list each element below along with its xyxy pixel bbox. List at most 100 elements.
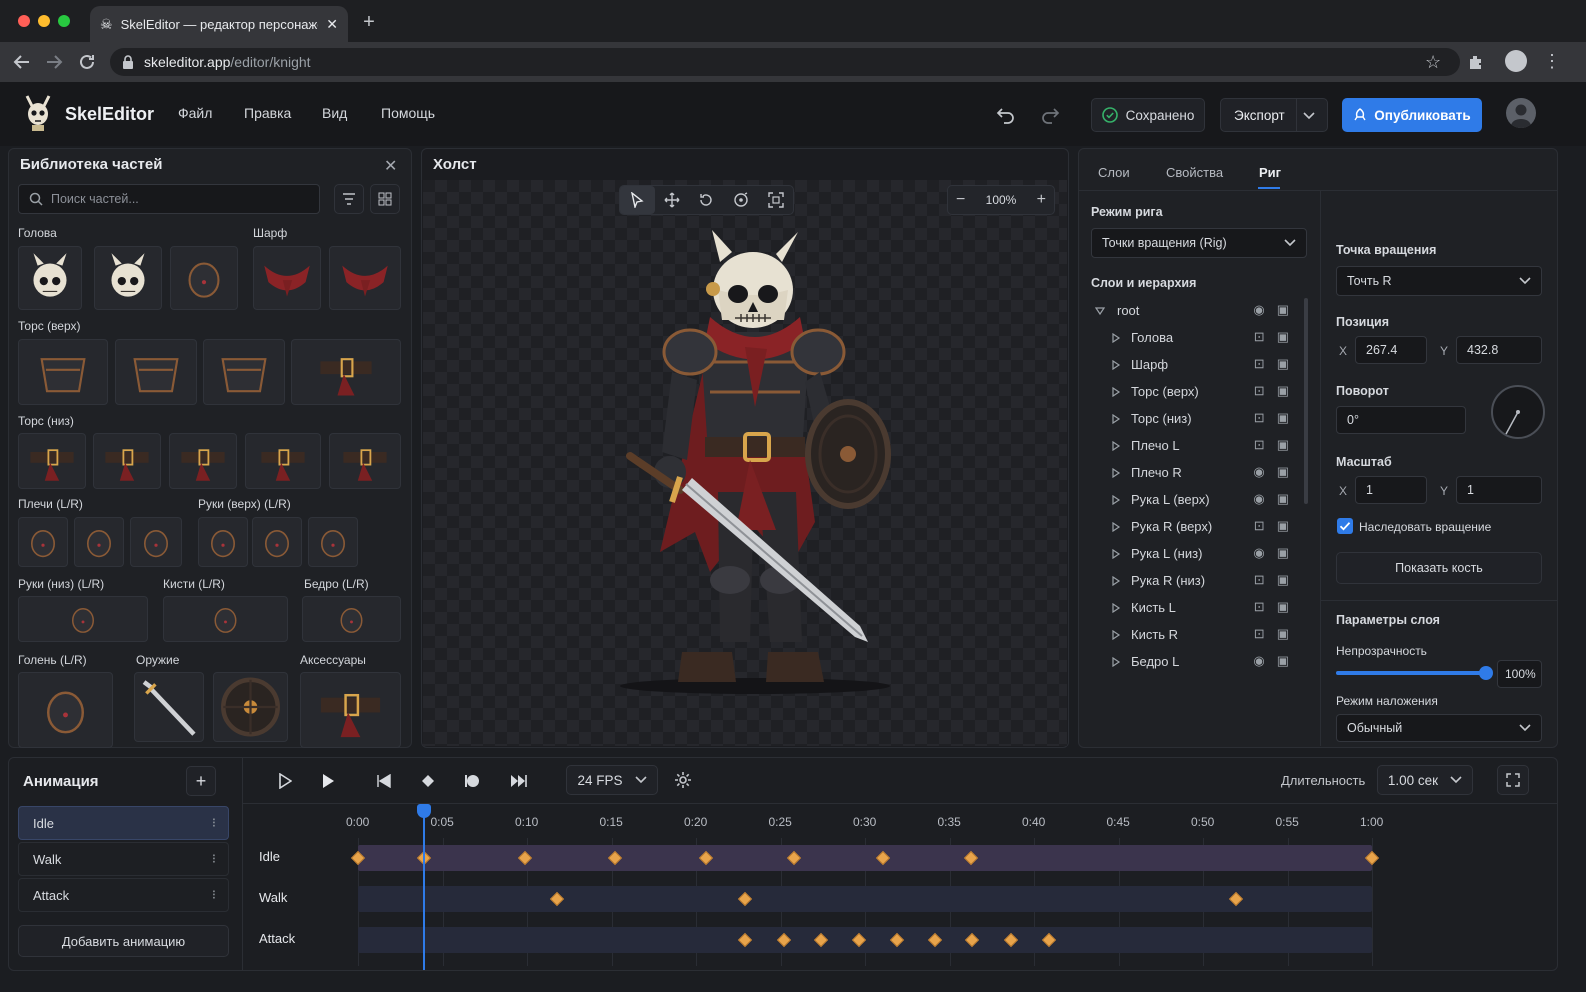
triangle-right-icon[interactable] [1111, 629, 1121, 640]
lock-icon[interactable]: ▣ [1277, 599, 1289, 615]
part-thumbnail[interactable] [134, 672, 204, 742]
tree-layer-row[interactable]: Торс (низ) ⊡ ▣ [1091, 405, 1307, 432]
pivot-select[interactable]: Точть R [1336, 266, 1542, 296]
animation-item-idle[interactable]: Idle ⁝ [18, 806, 229, 840]
triangle-right-icon[interactable] [1111, 467, 1121, 478]
close-tab-icon[interactable]: ✕ [326, 16, 338, 33]
tab-layers[interactable]: Слои [1098, 165, 1130, 180]
fit-tool-icon[interactable] [758, 186, 793, 214]
eye-icon[interactable]: ◉ [1253, 464, 1264, 480]
part-thumbnail[interactable] [308, 517, 358, 567]
record-icon[interactable] [455, 764, 489, 798]
tree-layer-row[interactable]: Плечо R ◉ ▣ [1091, 459, 1307, 486]
part-thumbnail[interactable] [18, 596, 148, 642]
tree-layer-row[interactable]: Рука L (низ) ◉ ▣ [1091, 540, 1307, 567]
redo-icon[interactable] [1039, 104, 1061, 126]
lock-icon[interactable]: ⊡ [1254, 572, 1265, 588]
skip-start-icon[interactable] [367, 764, 401, 798]
triangle-right-icon[interactable] [1111, 602, 1121, 613]
lock-icon[interactable]: ⊡ [1254, 437, 1265, 453]
part-thumbnail[interactable] [300, 672, 401, 748]
tree-layer-row[interactable]: Торс (верх) ⊡ ▣ [1091, 378, 1307, 405]
publish-button[interactable]: Опубликовать [1342, 98, 1482, 132]
part-thumbnail[interactable] [170, 246, 238, 310]
minimize-window-button[interactable] [38, 15, 50, 27]
triangle-right-icon[interactable] [1111, 386, 1121, 397]
tree-layer-row[interactable]: Рука R (верх) ⊡ ▣ [1091, 513, 1307, 540]
lock-icon[interactable]: ⊡ [1254, 356, 1265, 372]
part-thumbnail[interactable] [291, 339, 401, 405]
tree-layer-row[interactable]: Кисть R ⊡ ▣ [1091, 621, 1307, 648]
eye-icon[interactable]: ◉ [1253, 653, 1264, 669]
drag-handle-icon[interactable]: ⁝ [212, 851, 216, 867]
grid-view-button[interactable] [370, 184, 400, 214]
url-field[interactable]: skeleditor.app/editor/knight [110, 48, 1460, 76]
track-walk[interactable] [358, 886, 1372, 912]
lock-icon[interactable]: ⊡ [1254, 626, 1265, 642]
rotation-input[interactable]: 0° [1336, 406, 1466, 434]
profile-icon[interactable] [1505, 50, 1527, 72]
duration-select[interactable]: 1.00 сек [1377, 765, 1473, 795]
select-tool-icon[interactable] [620, 186, 655, 214]
triangle-right-icon[interactable] [1111, 521, 1121, 532]
chevron-down-icon[interactable] [1303, 110, 1315, 120]
scale-y-input[interactable]: 1 [1456, 476, 1542, 504]
triangle-right-icon[interactable] [1111, 440, 1121, 451]
part-thumbnail[interactable] [213, 672, 288, 742]
lock-icon[interactable]: ▣ [1277, 518, 1289, 534]
skip-end-icon[interactable] [502, 764, 536, 798]
library-search-input[interactable]: Поиск частей... [18, 184, 320, 214]
export-button[interactable]: Экспорт [1220, 98, 1328, 132]
part-thumbnail[interactable] [93, 433, 161, 489]
user-avatar[interactable] [1506, 98, 1536, 128]
pos-y-input[interactable]: 432.8 [1456, 336, 1542, 364]
add-animation-icon[interactable]: + [186, 766, 216, 796]
add-animation-button[interactable]: Добавить анимацию [18, 925, 229, 957]
lock-icon[interactable]: ⊡ [1254, 410, 1265, 426]
rotate-tool-icon[interactable] [689, 186, 724, 214]
lock-icon[interactable]: ⊡ [1254, 599, 1265, 615]
tree-layer-row[interactable]: Рука L (верх) ◉ ▣ [1091, 486, 1307, 513]
lock-icon[interactable]: ⊡ [1254, 518, 1265, 534]
part-thumbnail[interactable] [18, 672, 113, 748]
lock-icon[interactable]: ▣ [1277, 383, 1289, 399]
lock-icon[interactable]: ▣ [1277, 545, 1289, 561]
move-tool-icon[interactable] [655, 186, 690, 214]
part-thumbnail[interactable] [18, 433, 86, 489]
lock-icon[interactable]: ▣ [1277, 572, 1289, 588]
part-thumbnail[interactable] [245, 433, 321, 489]
extensions-icon[interactable] [1466, 52, 1486, 72]
settings-gear-icon[interactable] [674, 771, 692, 789]
lock-icon[interactable]: ▣ [1277, 410, 1289, 426]
expand-timeline-button[interactable] [1497, 765, 1529, 795]
playhead[interactable] [416, 804, 431, 970]
part-thumbnail[interactable] [329, 433, 401, 489]
triangle-right-icon[interactable] [1111, 359, 1121, 370]
lock-icon[interactable]: ⊡ [1254, 329, 1265, 345]
triangle-right-icon[interactable] [1111, 494, 1121, 505]
new-tab-button[interactable]: + [358, 12, 380, 34]
knight-character[interactable] [600, 222, 920, 702]
back-icon[interactable] [10, 50, 34, 74]
blend-select[interactable]: Обычный [1336, 714, 1542, 742]
bookmark-star-icon[interactable]: ☆ [1425, 52, 1441, 73]
drag-handle-icon[interactable]: ⁝ [212, 815, 216, 831]
browser-tab[interactable]: ☠ SkelEditor — редактор персонажей ✕ [90, 6, 348, 42]
filter-button[interactable] [334, 184, 364, 214]
opacity-input[interactable]: 100% [1497, 660, 1542, 688]
menu-view[interactable]: Вид [322, 105, 347, 121]
lock-icon[interactable]: ▣ [1277, 329, 1289, 345]
triangle-right-icon[interactable] [1111, 332, 1121, 343]
lock-icon[interactable]: ▣ [1277, 302, 1289, 318]
lock-icon[interactable]: ▣ [1277, 356, 1289, 372]
add-keyframe-icon[interactable] [411, 764, 445, 798]
show-bone-button[interactable]: Показать кость [1336, 552, 1542, 584]
pos-x-input[interactable]: 267.4 [1355, 336, 1427, 364]
tree-layer-row[interactable]: Плечо L ⊡ ▣ [1091, 432, 1307, 459]
animation-item-attack[interactable]: Attack ⁝ [18, 878, 229, 912]
track-idle[interactable] [358, 845, 1372, 871]
tab-properties[interactable]: Свойства [1166, 165, 1223, 180]
part-thumbnail[interactable] [18, 339, 108, 405]
close-panel-icon[interactable]: ✕ [384, 156, 397, 176]
tree-layer-row[interactable]: Шарф ⊡ ▣ [1091, 351, 1307, 378]
